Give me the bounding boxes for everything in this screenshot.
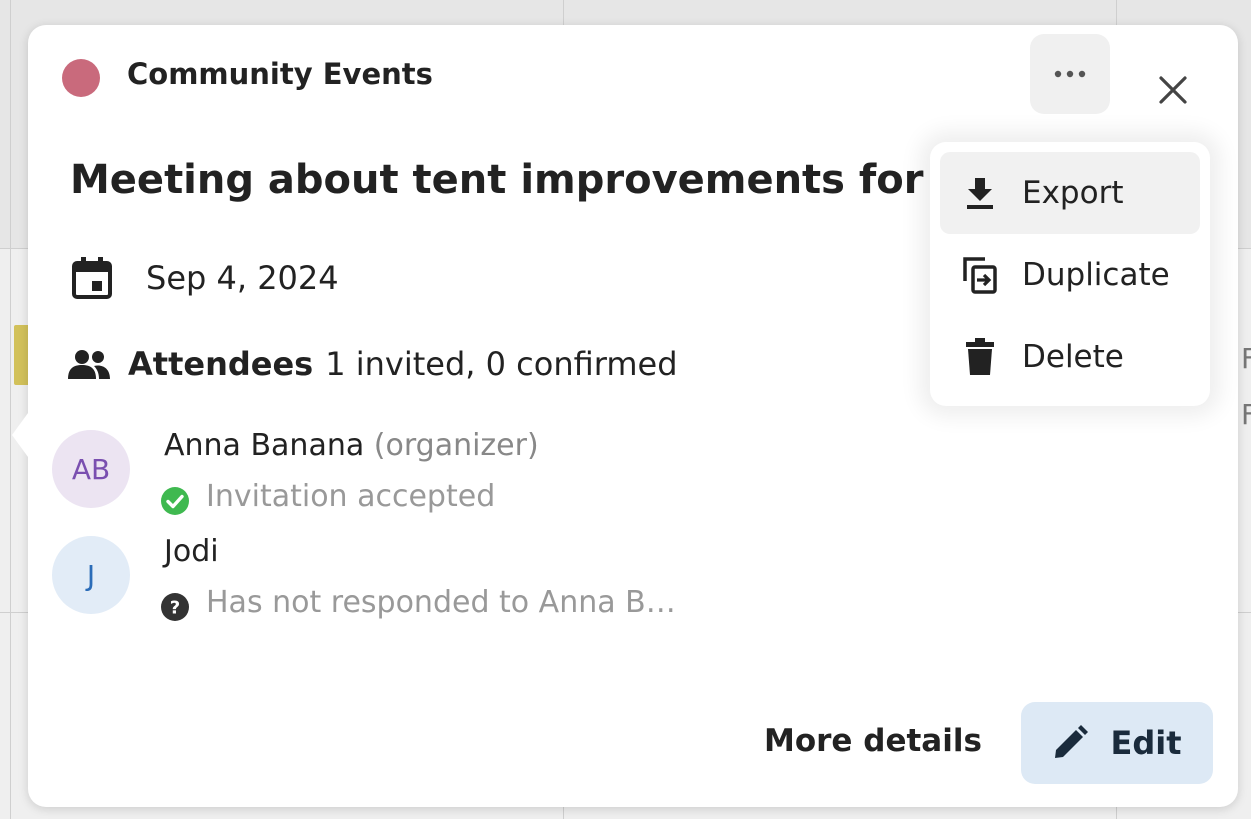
menu-item-label: Duplicate [1022,257,1170,293]
calendar-color-dot [62,59,100,97]
grid-line [10,0,11,819]
attendee-status-text: Has not responded to Anna B… [206,584,676,620]
question-circle-icon: ? [161,593,189,621]
menu-item-label: Export [1022,175,1124,211]
edit-button[interactable]: Edit [1021,702,1213,784]
check-circle-icon [161,487,189,515]
event-title: Meeting about tent improvements for LIn [70,157,930,203]
close-button[interactable] [1148,65,1198,115]
close-icon [1159,76,1187,104]
event-date: Sep 4, 2024 [146,259,339,297]
attendee-status: ? Has not responded to Anna B… [160,582,676,622]
attendee-item[interactable]: AB Anna Banana (organizer) Invitation ac… [52,428,752,520]
avatar: AB [52,430,130,508]
people-icon [68,350,110,379]
calendar-icon [72,257,112,299]
calendar-name: Community Events [127,57,433,91]
attendee-status: Invitation accepted [160,476,495,516]
attendee-status-text: Invitation accepted [206,478,496,514]
menu-item-export[interactable]: Export [940,152,1200,234]
attendee-name: Jodi [164,534,219,569]
trash-icon [966,338,994,375]
pencil-icon [1055,725,1089,758]
actions-menu: Export Duplicate Delete [930,142,1210,406]
attendee-name-line: Anna Banana (organizer) [164,428,539,463]
background-event-letter: F [1241,398,1251,431]
more-details-button[interactable]: More details [764,723,982,759]
menu-pointer [1058,118,1110,144]
download-icon [967,178,993,209]
attendee-role: (organizer) [373,428,539,463]
avatar: J [52,536,130,614]
attendees-summary: 1 invited, 0 confirmed [325,345,678,383]
attendees-row: Attendees 1 invited, 0 confirmed [68,345,678,383]
edit-label: Edit [1110,724,1182,762]
menu-item-delete[interactable]: Delete [940,316,1200,398]
background-event-letter: F [1241,342,1251,375]
event-date-row: Sep 4, 2024 [72,257,339,299]
menu-item-label: Delete [1022,339,1124,375]
attendee-item[interactable]: J Jodi ? Has not responded to Anna B… [52,534,752,626]
popover-pointer [12,413,28,457]
svg-text:?: ? [170,598,180,619]
ellipsis-icon [1054,70,1086,78]
attendee-name: Anna Banana [164,428,365,463]
attendees-label: Attendees [128,345,314,383]
more-actions-button[interactable] [1030,34,1110,114]
attendee-name-line: Jodi [164,534,219,569]
menu-item-duplicate[interactable]: Duplicate [940,234,1200,316]
duplicate-icon [963,257,997,294]
